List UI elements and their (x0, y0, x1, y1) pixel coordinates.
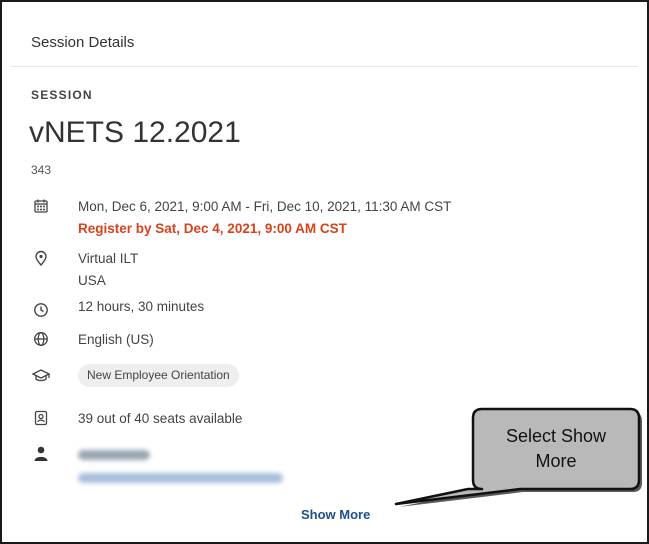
callout-line-2: More (535, 451, 577, 471)
callout-line-1: Select Show (505, 426, 607, 446)
callout-text: Select Show More (475, 424, 637, 474)
